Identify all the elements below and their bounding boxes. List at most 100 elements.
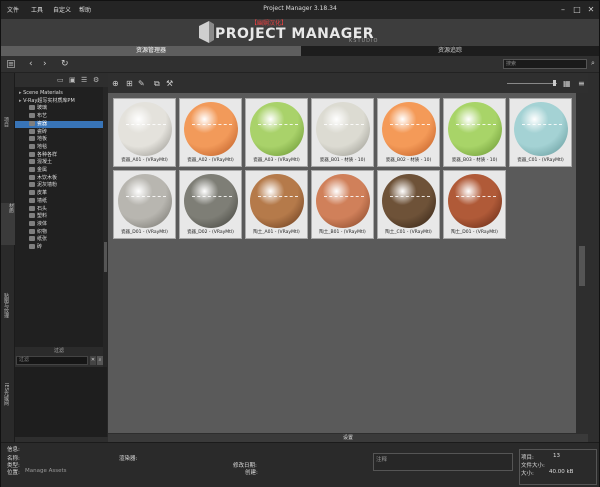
tree-item-label: 混凝土 — [37, 159, 53, 166]
material-tile[interactable]: 瓷器_A01 - (VRayMtl) — [113, 98, 176, 167]
thumbnail-size-slider[interactable] — [507, 83, 557, 84]
material-tile[interactable]: 陶土_A01 - (VRayMtl) — [245, 170, 308, 239]
menu-box-icon[interactable]: ≡ — [7, 60, 15, 68]
tree-item[interactable]: ▸ Scene Materials — [15, 90, 103, 98]
tree-item[interactable]: 地板 — [15, 136, 103, 144]
tree-item-label: 织物 — [37, 228, 48, 235]
material-label: 陶土_D01 - (VRayMtl) — [451, 230, 498, 235]
tree-item[interactable]: 纸张 — [15, 236, 103, 244]
tree-item-label: 纸张 — [37, 236, 48, 243]
title-bar: 文件 工具 自定义 帮助 Project Manager 3.18.34 – □… — [1, 1, 599, 19]
filter-search-icon[interactable]: ⌕ — [97, 356, 103, 365]
window-title: Project Manager 3.18.34 — [263, 5, 337, 12]
highlight-icon — [192, 196, 232, 198]
highlight-icon — [522, 124, 562, 126]
tree-item[interactable]: 液体 — [15, 220, 103, 229]
highlight-icon — [258, 124, 298, 126]
slider-handle[interactable] — [553, 80, 556, 86]
tree-item[interactable]: 瓷器 — [15, 120, 103, 129]
tree-item[interactable]: 混凝土 — [15, 159, 103, 167]
close-button[interactable]: ✕ — [585, 4, 597, 15]
tools-icon[interactable]: ⚒ — [166, 79, 173, 88]
side-tab-projects[interactable]: 项目 — [3, 117, 10, 127]
side-tab-ies[interactable]: IES光域网 — [3, 383, 10, 406]
material-tile[interactable]: 瓷器_B02 - 材质 - 10) — [377, 98, 440, 167]
material-tile[interactable]: 瓷器_A02 - (VRayMtl) — [179, 98, 242, 167]
tree-item[interactable]: 木饮木板 — [15, 174, 103, 183]
batch-icon[interactable]: ⧉ — [154, 79, 160, 89]
folder-icon — [29, 213, 35, 219]
highlight-icon — [456, 124, 496, 126]
material-tile[interactable]: 瓷器_D02 - (VRayMtl) — [179, 170, 242, 239]
folder-icon[interactable]: ▣ — [69, 76, 76, 84]
grid-scrollbar-thumb[interactable] — [579, 246, 585, 286]
search-icon[interactable]: ⌕ — [591, 59, 595, 68]
tree-item[interactable]: 地毯 — [15, 143, 103, 152]
tree-item-label: 各种各样 — [37, 151, 58, 158]
material-sphere-preview — [382, 174, 436, 228]
tab-asset-tracking[interactable]: 资源追踪 — [301, 46, 599, 56]
tree-item-label: 石头 — [37, 205, 48, 212]
tree-item[interactable]: 石头 — [15, 205, 103, 214]
highlight-icon — [456, 196, 496, 198]
material-tile[interactable]: 瓷器_B03 - 材质 - 10) — [443, 98, 506, 167]
material-tile[interactable]: 瓷器_B01 - 材质 - 10) — [311, 98, 374, 167]
side-tab-maps[interactable]: 贴图与纹理 — [3, 293, 10, 318]
side-tab-materials[interactable]: 材质 — [1, 203, 15, 245]
main-tabs: 资源管理器 资源追踪 — [1, 46, 599, 56]
tree-item-label: 地毯 — [37, 143, 48, 150]
list-icon[interactable]: ☰ — [81, 76, 87, 84]
grid-view-icon[interactable]: ▦ — [563, 79, 571, 88]
refresh-icon[interactable]: ↻ — [61, 60, 69, 69]
save-material-icon[interactable]: ⊞ — [126, 79, 133, 88]
add-material-icon[interactable]: ⊕ — [112, 79, 119, 88]
forward-arrow-icon[interactable]: › — [43, 60, 47, 69]
preview-panel — [15, 367, 107, 437]
gear-icon[interactable]: ⚙ — [93, 76, 99, 84]
material-tile[interactable]: 瓷器_A03 - (VRayMtl) — [245, 98, 308, 167]
folder-icon — [29, 128, 35, 134]
material-tile[interactable]: 瓷器_C01 - (VRayMtl) — [509, 98, 572, 167]
settings-bar[interactable]: 设置 — [108, 434, 588, 442]
folder-icon — [29, 151, 35, 157]
tree-item[interactable]: 金属 — [15, 167, 103, 175]
tree-item[interactable]: 织物 — [15, 228, 103, 237]
tree-item[interactable]: 砖 — [15, 244, 103, 252]
material-label: 瓷器_C01 - (VRayMtl) — [517, 158, 564, 163]
minimize-button[interactable]: – — [557, 4, 569, 15]
tree-item[interactable]: 墙纸 — [15, 197, 103, 206]
tree-item-label: 地板 — [37, 136, 48, 143]
tab-asset-manager[interactable]: 资源管理器 — [1, 46, 301, 56]
material-tile[interactable]: 陶土_B01 - (VRayMtl) — [311, 170, 374, 239]
material-tile[interactable]: 陶土_D01 - (VRayMtl) — [443, 170, 506, 239]
new-folder-icon[interactable]: ▭ — [57, 76, 64, 84]
filter-input[interactable]: 过滤 — [16, 356, 88, 365]
folder-icon — [29, 236, 35, 242]
tree-item-label: 液体 — [37, 220, 48, 227]
material-tile[interactable]: 陶土_C01 - (VRayMtl) — [377, 170, 440, 239]
tree-item[interactable]: 玻璃 — [15, 105, 103, 113]
sort-icon[interactable]: ≡ — [578, 79, 585, 88]
highlight-icon — [390, 196, 430, 198]
tree-item[interactable]: 各种各样 — [15, 151, 103, 160]
notes-box[interactable]: 注释 — [373, 453, 513, 471]
material-sphere-preview — [514, 102, 568, 156]
back-arrow-icon[interactable]: ‹ — [29, 60, 33, 69]
tree-item[interactable]: 皮革 — [15, 190, 103, 198]
highlight-icon — [324, 196, 364, 198]
search-input[interactable]: 搜索 — [503, 59, 587, 69]
location-value: Manage Assets — [25, 468, 67, 474]
maximize-button[interactable]: □ — [571, 4, 583, 15]
filter-clear-icon[interactable]: ✕ — [90, 356, 96, 365]
edit-material-icon[interactable]: ✎ — [138, 79, 145, 88]
tree-item[interactable]: 泥灰墙粉 — [15, 182, 103, 190]
tree-item[interactable]: 布艺 — [15, 113, 103, 121]
renderer-label: 渲染器: — [119, 456, 138, 462]
material-sphere-preview — [382, 102, 436, 156]
tree-item[interactable]: 塑料 — [15, 213, 103, 221]
created-label: 创建: — [245, 470, 258, 476]
tree-item[interactable]: ▸ V-Ray超写实材质库PM — [15, 98, 103, 106]
tree-item[interactable]: 瓷砖 — [15, 128, 103, 137]
material-tile[interactable]: 瓷器_D01 - (VRayMtl) — [113, 170, 176, 239]
highlight-icon — [390, 124, 430, 126]
